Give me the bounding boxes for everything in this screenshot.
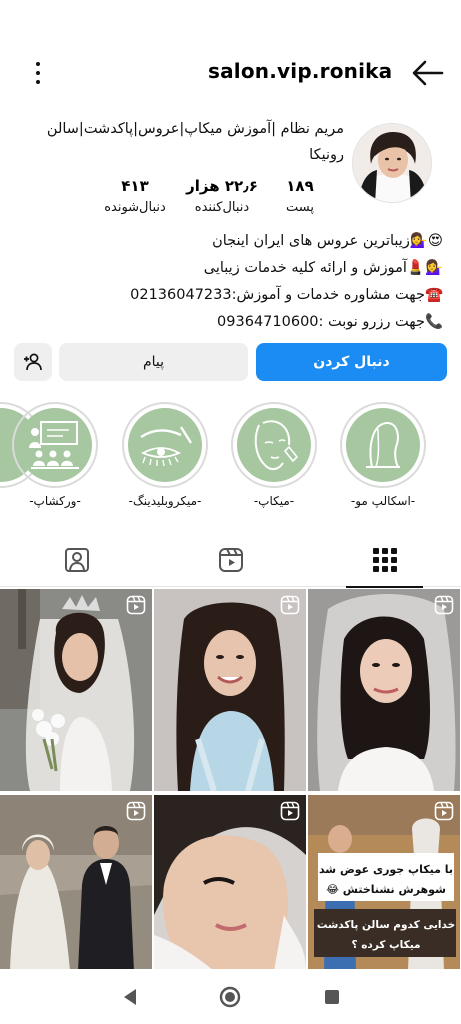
reel-badge-icon [280,595,300,615]
highlight-microblading[interactable]: -میکروبلیدینگ- [120,402,210,508]
post-caption-line-3: خدایی کدوم سالن پاکدشت [317,919,455,931]
reel-badge-icon [434,801,454,821]
post-thumbnail[interactable] [308,589,460,791]
back-triangle-icon[interactable] [118,985,142,1009]
reel-badge-icon [126,595,146,615]
followers-count-value: ۲۲٫۶ هزار [186,177,258,195]
story-highlights: -اسکالپ مو- -میکاپ- -میکروبلیدینگ- -ورکش… [0,402,461,522]
profile-bio: 😍💁‍♀️زیباترین عروس های ایران اینجان 💁‍♀️… [23,228,443,336]
posts-count-value: ۱۸۹ [286,177,314,195]
profile-full-name: مریم نظام |آموزش میکاپ|عروس|پاکدشت|سالن … [44,116,344,168]
highlight-label: -میکروبلیدینگ- [128,494,202,508]
reel-badge-icon [126,801,146,821]
reels-icon [218,548,243,572]
highlight-scalp[interactable]: -اسکالپ مو- [338,402,428,508]
home-circle-icon[interactable] [218,985,242,1009]
name-line-2: رونیکا [309,147,344,163]
highlight-workshop[interactable]: -ورکشاپ- [10,402,100,508]
followers-count-label: دنبال‌کننده [194,200,250,215]
following-count[interactable]: ۴۱۳ دنبال‌شونده [95,175,175,221]
more-options-icon[interactable] [26,60,50,86]
message-button[interactable]: پیام [59,343,248,381]
post-thumbnail[interactable]: با میکاپ جوری عوض شد شوهرش نشناختش 😂 خدا… [308,795,460,997]
profile-tabs [0,533,461,588]
highlight-label: -اسکالپ مو- [350,494,416,508]
tab-reels[interactable] [154,533,307,587]
eyebrow-icon [140,426,193,467]
post-caption-line-1: با میکاپ جوری عوض شد [319,863,453,876]
highlight-label: -ورکشاپ- [29,494,81,508]
reel-badge-icon [280,801,300,821]
workshop-class-icon [29,421,79,469]
grid-icon [372,548,397,572]
bio-line-4: 📞جهت رزرو نوبت :09364710600 [217,314,443,330]
posts-count-label: پست [286,200,314,215]
system-navigation-bar [0,969,461,1024]
tab-posts-grid[interactable] [308,533,461,588]
back-arrow-icon[interactable] [410,58,446,88]
post-caption-line-2: شوهرش نشناختش 😂 [326,883,446,896]
follow-button[interactable]: دنبال کردن [256,343,447,381]
tab-tagged[interactable] [0,533,153,587]
posts-grid: با میکاپ جوری عوض شد شوهرش نشناختش 😂 خدا… [0,589,461,971]
post-thumbnail[interactable] [0,589,152,791]
following-count-label: دنبال‌شونده [104,200,166,215]
post-thumbnail[interactable] [154,589,306,791]
profile-avatar[interactable] [352,123,432,203]
recents-square-icon[interactable] [320,985,344,1009]
bio-line-3: ☎️جهت مشاوره خدمات و آموزش:02136047233 [130,287,443,303]
tagged-person-icon [64,548,89,572]
suggest-users-button[interactable] [14,343,52,381]
add-user-icon [24,353,42,371]
post-thumbnail[interactable] [154,795,306,997]
name-line-1: مریم نظام |آموزش میکاپ|عروس|پاکدشت|سالن [46,121,344,137]
bio-line-2: 💁‍♀️💄آموزش و ارائه کلیه خدمات زیبایی [203,260,443,276]
posts-count[interactable]: ۱۸۹ پست [270,175,330,221]
following-count-value: ۴۱۳ [121,177,149,195]
highlight-makeup[interactable]: -میکاپ- [229,402,319,508]
face-makeup-icon [254,420,299,471]
post-thumbnail[interactable] [0,795,152,997]
followers-count[interactable]: ۲۲٫۶ هزار دنبال‌کننده [182,175,262,221]
bio-line-1: 😍💁‍♀️زیباترین عروس های ایران اینجان [212,233,443,249]
highlight-label: -میکاپ- [253,494,295,508]
hair-scalp-icon [366,422,400,468]
reel-badge-icon [434,595,454,615]
profile-username: salon.vip.ronika [208,59,393,83]
post-caption-line-4: میکاپ کرده ؟ [351,939,420,951]
top-bar: salon.vip.ronika [0,50,461,96]
